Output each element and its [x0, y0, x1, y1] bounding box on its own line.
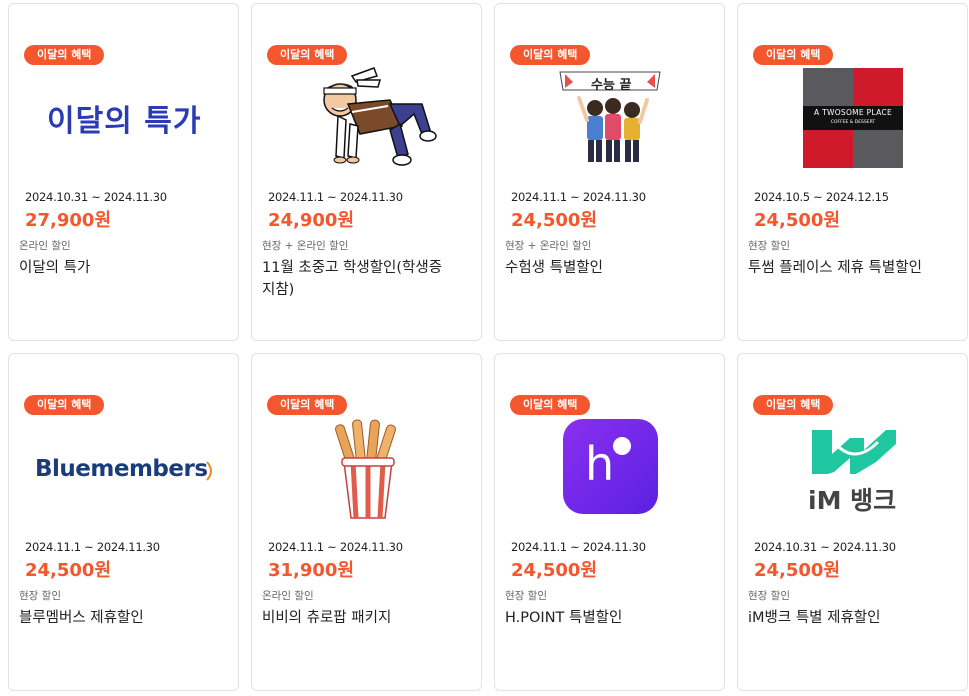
card-image — [252, 64, 481, 182]
card-image — [252, 414, 481, 532]
card-date: 2024.11.1 ~ 2024.11.30 — [268, 540, 403, 554]
card-discount-type: 현장 + 온라인 할인 — [505, 240, 592, 252]
card-title[interactable]: 비비의 츄로팝 패키지 — [262, 607, 472, 629]
benefit-card-churro-package[interactable]: 이달의 혜택 2024.11.1 ~ 2024.11.30 31,900원 온라… — [251, 353, 482, 691]
card-date: 2024.11.1 ~ 2024.11.30 — [511, 540, 646, 554]
card-title[interactable]: 이달의 특가 — [19, 257, 229, 279]
card-discount-type: 현장 + 온라인 할인 — [262, 240, 349, 252]
hpoint-dot-icon — [613, 437, 631, 455]
card-date: 2024.10.31 ~ 2024.11.30 — [25, 190, 167, 204]
card-price: 27,900원 — [25, 210, 112, 231]
card-image: h — [495, 414, 724, 532]
benefit-card-bluemembers[interactable]: 이달의 혜택 Bluemembers 2024.11.1 ~ 2024.11.3… — [8, 353, 239, 691]
twosome-logo-label: A TWOSOME PLACE COFFEE & DESSERT — [803, 106, 903, 130]
benefit-badge: 이달의 혜택 — [24, 45, 105, 65]
benefit-badge: 이달의 혜택 — [753, 395, 834, 415]
card-date: 2024.10.5 ~ 2024.12.15 — [754, 190, 889, 204]
churro-cup-illustration — [335, 419, 396, 519]
card-discount-type: 현장 할인 — [748, 240, 790, 252]
benefit-badge: 이달의 혜택 — [24, 395, 105, 415]
card-date: 2024.11.1 ~ 2024.11.30 — [511, 190, 646, 204]
student-runner-illustration — [323, 67, 437, 166]
card-discount-type: 현장 할인 — [19, 590, 61, 602]
card-image: Bluemembers — [9, 414, 238, 532]
benefit-badge: 이달의 혜택 — [267, 395, 348, 415]
card-discount-type: 현장 할인 — [748, 590, 790, 602]
benefit-card-student-discount[interactable]: 이달의 혜택 2024.11.1 ~ 2024.11.30 24,900원 현장… — [251, 3, 482, 341]
card-image: 수능 끝 — [495, 64, 724, 182]
card-title[interactable]: iM뱅크 특별 제휴할인 — [748, 607, 958, 629]
card-title[interactable]: H.POINT 특별할인 — [505, 607, 715, 629]
benefit-card-monthly-special[interactable]: 이달의 혜택 이달의 특가 2024.10.31 ~ 2024.11.30 27… — [8, 3, 239, 341]
card-price: 24,500원 — [25, 560, 112, 581]
card-discount-type: 온라인 할인 — [19, 240, 71, 252]
benefit-badge: 이달의 혜택 — [753, 45, 834, 65]
twosome-place-logo: A TWOSOME PLACE COFFEE & DESSERT — [803, 68, 903, 168]
bluemembers-bracket-icon — [206, 461, 212, 481]
hpoint-logo-letter: h — [585, 437, 615, 491]
monthly-special-logo: 이달의 특가 — [47, 104, 202, 139]
card-date: 2024.11.1 ~ 2024.11.30 — [25, 540, 160, 554]
exam-banner-text: 수능 끝 — [591, 78, 632, 93]
card-price: 24,500원 — [511, 210, 598, 231]
card-title[interactable]: 11월 초중고 학생할인(학생증 지참) — [262, 257, 472, 301]
benefit-badge: 이달의 혜택 — [267, 45, 348, 65]
card-title[interactable]: 블루멤버스 제휴할인 — [19, 607, 229, 629]
card-date: 2024.11.1 ~ 2024.11.30 — [268, 190, 403, 204]
card-image: 이달의 특가 — [9, 64, 238, 182]
card-price: 31,900원 — [268, 560, 355, 581]
hpoint-logo: h — [563, 419, 658, 514]
card-price: 24,500원 — [511, 560, 598, 581]
card-title[interactable]: 수험생 특별할인 — [505, 257, 715, 279]
card-image: iM 뱅크 — [738, 414, 967, 532]
benefit-badge: 이달의 혜택 — [510, 45, 591, 65]
card-image: A TWOSOME PLACE COFFEE & DESSERT — [738, 64, 967, 182]
benefit-grid: 이달의 혜택 이달의 특가 2024.10.31 ~ 2024.11.30 27… — [8, 3, 968, 693]
im-bank-logo-text: iM 뱅크 — [808, 486, 897, 515]
card-discount-type: 현장 할인 — [505, 590, 547, 602]
benefit-card-exam-takers[interactable]: 이달의 혜택 수능 끝 2024.11.1 ~ 2024.11.30 24,50… — [494, 3, 725, 341]
card-price: 24,900원 — [268, 210, 355, 231]
card-price: 24,500원 — [754, 210, 841, 231]
benefit-card-im-bank[interactable]: 이달의 혜택 iM 뱅크 2024.10.31 ~ 2024.11.30 24,… — [737, 353, 968, 691]
card-discount-type: 온라인 할인 — [262, 590, 314, 602]
benefit-badge: 이달의 혜택 — [510, 395, 591, 415]
card-date: 2024.10.31 ~ 2024.11.30 — [754, 540, 896, 554]
bluemembers-logo: Bluemembers — [35, 456, 208, 482]
benefit-card-hpoint[interactable]: 이달의 혜택 h 2024.11.1 ~ 2024.11.30 24,500원 … — [494, 353, 725, 691]
card-price: 24,500원 — [754, 560, 841, 581]
benefit-card-twosome-place[interactable]: 이달의 혜택 A TWOSOME PLACE COFFEE & DESSERT … — [737, 3, 968, 341]
card-title[interactable]: 투썸 플레이스 제휴 특별할인 — [748, 257, 958, 279]
